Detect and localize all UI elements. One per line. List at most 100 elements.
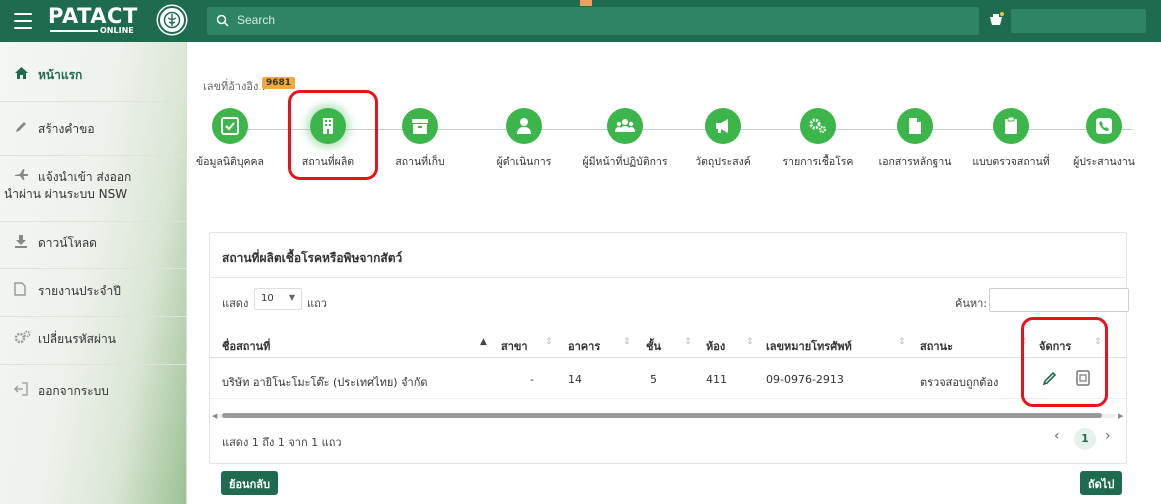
column-header-floor[interactable]: ชั้น [646,337,661,355]
top-bar: PATACT ONLINE Search [0,0,1161,42]
sidebar: หน้าแรก สร้างคำขอ แจ้งนำเข้า ส่งออก นำผ่… [0,42,187,504]
sidebar-item-logout[interactable]: ออกจากระบบ [0,382,187,402]
divider [0,221,187,222]
pencil-icon [14,120,28,138]
divider [0,101,187,102]
top-notch [580,0,592,6]
scroll-thumb[interactable] [222,413,1102,418]
clipboard-icon [993,108,1029,144]
sidebar-item-label: หน้าแรก [38,68,83,82]
search-input[interactable]: Search [207,7,979,35]
horizontal-scrollbar[interactable]: ◀ ▶ [212,412,1124,420]
step-label: ผู้ประสานงาน [1073,156,1135,168]
step-label: ข้อมูลนิติบุคคล [196,156,264,168]
phone-icon [1086,108,1122,144]
table-search-label: ค้นหา: [955,297,988,310]
menu-icon[interactable] [14,13,32,29]
step-label: ผู้มีหน้าที่ปฏิบัติการ [582,156,668,168]
logo-text: PATACT [48,4,138,28]
home-icon [14,66,29,84]
logo-underline [50,30,98,32]
sidebar-item-change-password[interactable]: เปลี่ยนรหัสผ่าน [0,330,187,350]
cell-floor: 5 [650,373,657,386]
logout-icon [14,382,28,400]
user-menu[interactable] [1011,9,1146,33]
search-placeholder: Search [237,13,276,27]
notification-icon[interactable] [988,11,1004,27]
page-length-value: 10 [261,293,274,304]
step-label: แบบตรวจสถานที่ [972,156,1050,168]
column-header-branch[interactable]: สาขา [501,337,528,355]
sidebar-item-download[interactable]: ดาวน์โหลด [0,234,187,254]
plane-icon [14,168,29,185]
divider [210,357,1126,358]
column-header-phone[interactable]: เลขหมายโทรศัพท์ [766,337,852,355]
cell-name: บริษัท อายิโนะโมะโต๊ะ (ประเทศไทย) จำกัด [222,376,428,389]
sidebar-item-nsw[interactable]: แจ้งนำเข้า ส่งออก นำผ่าน ผ่านระบบ NSW [0,168,187,208]
cell-branch: - [530,373,534,386]
sort-icon[interactable]: ⇕ [684,337,692,347]
archive-icon [402,108,438,144]
length-suffix: แถว [307,297,327,310]
seal-icon [158,6,186,34]
gears-icon [14,330,32,348]
highlight-box-production-site [288,90,378,180]
column-header-building[interactable]: อาคาร [568,337,600,355]
file-icon [897,108,933,144]
sort-icon[interactable]: ⇕ [623,337,631,347]
sidebar-item-label: รายงานประจำปี [38,284,121,298]
user-icon [506,108,542,144]
length-prefix: แสดง [222,297,249,310]
table-info: แสดง 1 ถึง 1 จาก 1 แถว [222,436,342,449]
main-content: เลขที่อ้างอิง : 9681 ข้อมูลนิติบุคคล สถา… [188,42,1161,504]
column-header-room[interactable]: ห้อง [706,337,725,355]
step-label: วัตถุประสงค์ [695,156,751,168]
logo-subtext: ONLINE [100,26,134,35]
download-icon [14,234,28,252]
sidebar-item-home[interactable]: หน้าแรก [0,66,187,86]
step-label: เอกสารหลักฐาน [878,156,952,168]
step-label: รายการเชื้อโรค [782,156,854,168]
column-header-status[interactable]: สถานะ [920,337,953,355]
file-icon [14,282,26,300]
sidebar-item-label: ดาวน์โหลด [38,236,97,250]
step-label: ผู้ดำเนินการ [496,156,552,168]
divider [0,364,187,365]
next-button[interactable]: ถัดไป [1080,471,1123,495]
sidebar-item-annual-report[interactable]: รายงานประจำปี [0,282,187,302]
page-length-select[interactable]: 10 ▼ [254,288,302,310]
chevron-down-icon: ▼ [288,293,295,302]
table-search-input[interactable] [989,288,1129,312]
pagination-prev-icon[interactable]: ‹ [1054,428,1060,444]
step-label: สถานที่เก็บ [395,156,445,168]
sort-icon[interactable]: ⇕ [746,337,754,347]
megaphone-icon [705,108,741,144]
sidebar-item-label: สร้างคำขอ [38,122,95,136]
ref-badge: 9681 [262,77,296,89]
back-button[interactable]: ย้อนกลับ [221,471,278,495]
sidebar-item-label: เปลี่ยนรหัสผ่าน [38,332,116,346]
cell-room: 411 [706,373,727,386]
divider [0,316,187,317]
divider [0,155,187,156]
logo[interactable]: PATACT ONLINE [48,4,188,38]
sidebar-item-label-2: นำผ่าน ผ่านระบบ NSW [4,187,128,201]
column-header-name[interactable]: ชื่อสถานที่ [222,337,270,355]
sort-icon[interactable]: ⇕ [545,337,553,347]
highlight-box-manage [1021,317,1108,407]
sidebar-item-create-request[interactable]: สร้างคำขอ [0,120,187,140]
divider [210,398,1126,399]
production-site-card: สถานที่ผลิตเชื้อโรคหรือพิษจากสัตว์ แสดง … [209,232,1129,464]
cogs-icon [800,108,836,144]
scroll-right-icon[interactable]: ▶ [1118,412,1123,420]
ref-label: เลขที่อ้างอิง : [203,80,266,93]
pagination-next-icon[interactable]: › [1105,428,1111,444]
scroll-left-icon[interactable]: ◀ [212,412,217,420]
divider [0,268,187,269]
users-icon [607,108,643,144]
cell-building: 14 [568,373,582,386]
pagination-page[interactable]: 1 [1074,428,1096,450]
sort-icon[interactable]: ▲ [480,337,487,347]
sort-icon[interactable]: ⇕ [898,337,906,347]
check-square-icon [212,108,248,144]
